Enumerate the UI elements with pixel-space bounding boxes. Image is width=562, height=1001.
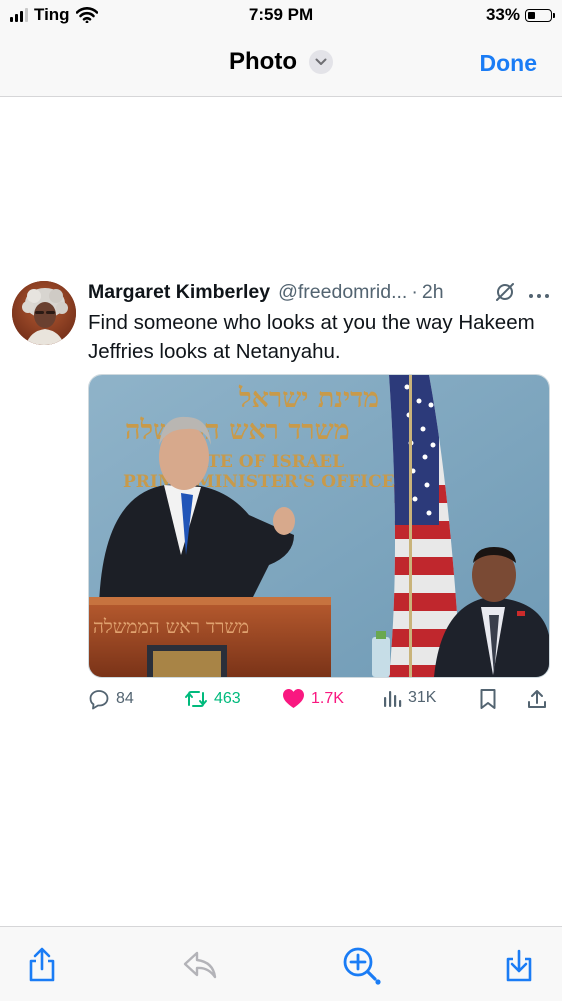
tweet-text: Find someone who looks at you the way Ha… (88, 311, 535, 363)
tweet-media[interactable]: מדינת ישראל משרד ראש הממשלה STATE OF ISR… (88, 374, 550, 678)
status-bar: Ting 7:59 PM 33% (0, 0, 562, 30)
separator: · (411, 280, 418, 303)
retweet-button[interactable]: 463 (184, 688, 241, 710)
status-right: 33% (485, 5, 555, 25)
more-icon[interactable] (528, 282, 550, 305)
water-bottle (372, 631, 390, 677)
download-icon (506, 949, 532, 982)
retweet-icon (185, 691, 207, 707)
author-name[interactable]: Margaret Kimberley (88, 281, 270, 304)
download-button[interactable] (499, 945, 539, 985)
grok-icon[interactable] (494, 281, 516, 309)
retweet-count: 463 (214, 690, 241, 707)
reply-button[interactable]: 84 (88, 688, 134, 710)
sign-hebrew-line1: מדינת ישראל (238, 383, 379, 414)
views-button[interactable]: 31K (382, 688, 436, 708)
like-button[interactable]: 1.7K (282, 688, 344, 709)
bottom-toolbar (0, 926, 562, 1001)
share-icon (29, 947, 55, 982)
reply-arrow-icon (183, 951, 217, 979)
reply-count: 84 (116, 690, 134, 707)
heart-icon (283, 689, 304, 708)
tweet-actions: 84 463 1.7K 31K (88, 688, 550, 716)
battery-fill (528, 11, 535, 19)
reply-icon (89, 690, 109, 710)
nav-title[interactable]: Photo (229, 48, 297, 76)
tweet-time[interactable]: 2h (422, 281, 444, 304)
tweet-header: Margaret Kimberley @freedomrid... · 2h (88, 278, 550, 306)
bookmark-icon (480, 689, 496, 709)
chevron-down-icon[interactable] (308, 50, 333, 74)
view-count: 31K (408, 689, 437, 706)
author-handle[interactable]: @freedomrid... (278, 281, 407, 304)
battery-percent: 33% (485, 5, 520, 24)
zoom-button[interactable] (341, 945, 381, 985)
upload-icon (528, 690, 546, 708)
nav-bar: Photo Done (0, 30, 562, 97)
share-button[interactable] (22, 945, 62, 985)
share-tweet-button[interactable] (526, 688, 548, 710)
bookmark-button[interactable] (479, 688, 497, 710)
done-button[interactable]: Done (480, 50, 538, 77)
nav-title-group[interactable]: Photo (0, 48, 562, 76)
podium-hebrew: משרד ראש הממשלה (93, 616, 249, 638)
sign-hebrew-line2: משרד ראש הממשלה (125, 415, 350, 446)
status-time: 7:59 PM (248, 5, 314, 24)
battery-icon (525, 8, 555, 22)
podium-graphic: משרד ראש הממשלה (89, 597, 331, 677)
reply-arrow-button[interactable] (180, 945, 220, 985)
like-count: 1.7K (311, 689, 344, 707)
avatar[interactable] (12, 281, 76, 345)
views-icon (384, 691, 402, 707)
zoom-in-icon (343, 947, 381, 985)
